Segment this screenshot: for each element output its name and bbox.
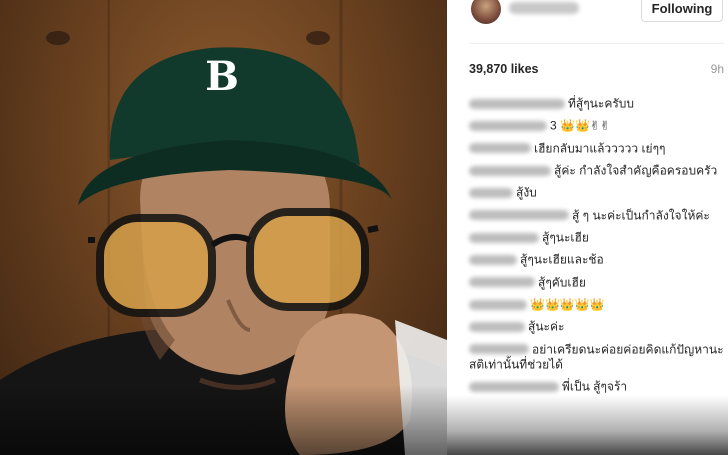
comment-username[interactable] xyxy=(469,382,559,393)
likes-count[interactable]: 39,870 likes xyxy=(469,62,539,76)
comment-text: 👑👑👑👑👑 xyxy=(530,297,605,312)
bottom-fade-overlay xyxy=(447,395,728,455)
username-blurred[interactable] xyxy=(509,2,579,14)
comment-item: เฮียกลับมาแล้ววววว เย่ๆๆ xyxy=(469,141,727,156)
comment-text: 3 👑👑✌✌ xyxy=(550,118,610,133)
comment-item: สู้ๆคับเฮีย xyxy=(469,275,727,290)
comment-text: เฮียกลับมาแล้ววววว เย่ๆๆ xyxy=(534,140,666,155)
post-time[interactable]: 9h xyxy=(711,62,724,76)
comment-username[interactable] xyxy=(469,277,535,288)
comment-text: สู้งับ xyxy=(516,185,537,200)
cap-logo: B xyxy=(205,53,239,100)
comment-username[interactable] xyxy=(469,232,539,243)
comment-username[interactable] xyxy=(469,299,527,310)
likes-row: 39,870 likes 9h xyxy=(469,62,724,78)
comment-item: 👑👑👑👑👑 xyxy=(469,297,727,312)
comment-username[interactable] xyxy=(469,210,569,221)
comment-item: สู้ๆนะเฮีย xyxy=(469,230,727,245)
comment-username[interactable] xyxy=(469,98,565,109)
comment-item: สู้ ๆ นะค่ะเป็นกำลังใจให้ค่ะ xyxy=(469,208,727,223)
post-photo: B xyxy=(0,0,447,455)
comment-item: สู้ๆนะเฮียและช้อ xyxy=(469,252,727,267)
comment-item: อย่าเครียดนะค่อยค่อยคิดแก้ปัญหานะสติเท่า… xyxy=(469,342,727,373)
comment-username[interactable] xyxy=(469,121,547,132)
comment-text: สู้ ๆ นะค่ะเป็นกำลังใจให้ค่ะ xyxy=(572,207,710,222)
avatar[interactable] xyxy=(471,0,501,24)
comment-text: สู้นะค่ะ xyxy=(528,319,565,334)
comment-text: สู้ๆนะเฮียและช้อ xyxy=(520,252,604,267)
comment-username[interactable] xyxy=(469,165,551,176)
comment-username[interactable] xyxy=(469,344,529,355)
comment-text: สู้ๆคับเฮีย xyxy=(538,274,586,289)
comment-item: สู้ค่ะ กำลังใจสำคัญคือครอบครัว xyxy=(469,163,727,178)
following-button[interactable]: Following xyxy=(641,0,723,22)
comment-text: พี่เป็น สู้ๆจร้า xyxy=(562,379,628,394)
post-header: Following xyxy=(447,0,728,44)
comment-item: สู้นะค่ะ xyxy=(469,319,727,334)
comment-username[interactable] xyxy=(469,322,525,333)
comment-username[interactable] xyxy=(469,143,531,154)
comment-username[interactable] xyxy=(469,255,517,266)
selfie-illustration: B xyxy=(0,31,447,455)
comment-text: สู้ค่ะ กำลังใจสำคัญคือครอบครัว xyxy=(554,163,718,178)
post-sidebar: Following 39,870 likes 9h ที่สู้ๆนะครับบ… xyxy=(447,0,728,455)
header-divider xyxy=(469,43,724,44)
comment-text: สู้ๆนะเฮีย xyxy=(542,230,589,245)
comment-item: ที่สู้ๆนะครับบ xyxy=(469,96,727,111)
comment-username[interactable] xyxy=(469,188,513,199)
comment-item: พี่เป็น สู้ๆจร้า xyxy=(469,379,727,394)
comment-text: ที่สู้ๆนะครับบ xyxy=(568,96,635,111)
comment-item: สู้งับ xyxy=(469,185,727,200)
comment-list: ที่สู้ๆนะครับบ 3 👑👑✌✌ เฮียกลับมาแล้ววววว… xyxy=(469,96,727,395)
comment-item: 3 👑👑✌✌ xyxy=(469,118,727,133)
